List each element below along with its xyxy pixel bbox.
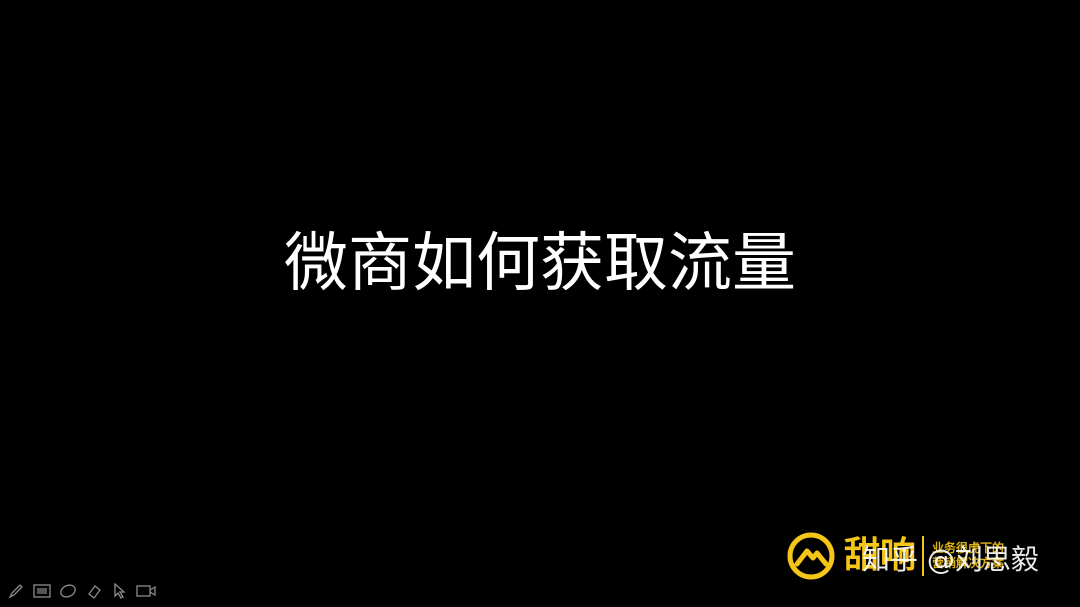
pointer-icon[interactable] bbox=[110, 581, 130, 601]
pen-icon[interactable] bbox=[6, 581, 26, 601]
slides-grid-icon[interactable] bbox=[32, 581, 52, 601]
zoom-icon[interactable] bbox=[58, 581, 78, 601]
presentation-slide[interactable]: 微商如何获取流量 甜响 业务很虎下的 营销解决方案 知乎 @刘思毅 bbox=[0, 0, 1080, 607]
slide-title: 微商如何获取流量 bbox=[284, 227, 796, 301]
presenter-toolbar bbox=[6, 580, 156, 602]
eraser-icon[interactable] bbox=[84, 581, 104, 601]
mountain-logo-icon bbox=[787, 532, 835, 580]
watermark: 知乎 @刘思毅 bbox=[862, 543, 1039, 576]
camera-icon[interactable] bbox=[136, 581, 156, 601]
